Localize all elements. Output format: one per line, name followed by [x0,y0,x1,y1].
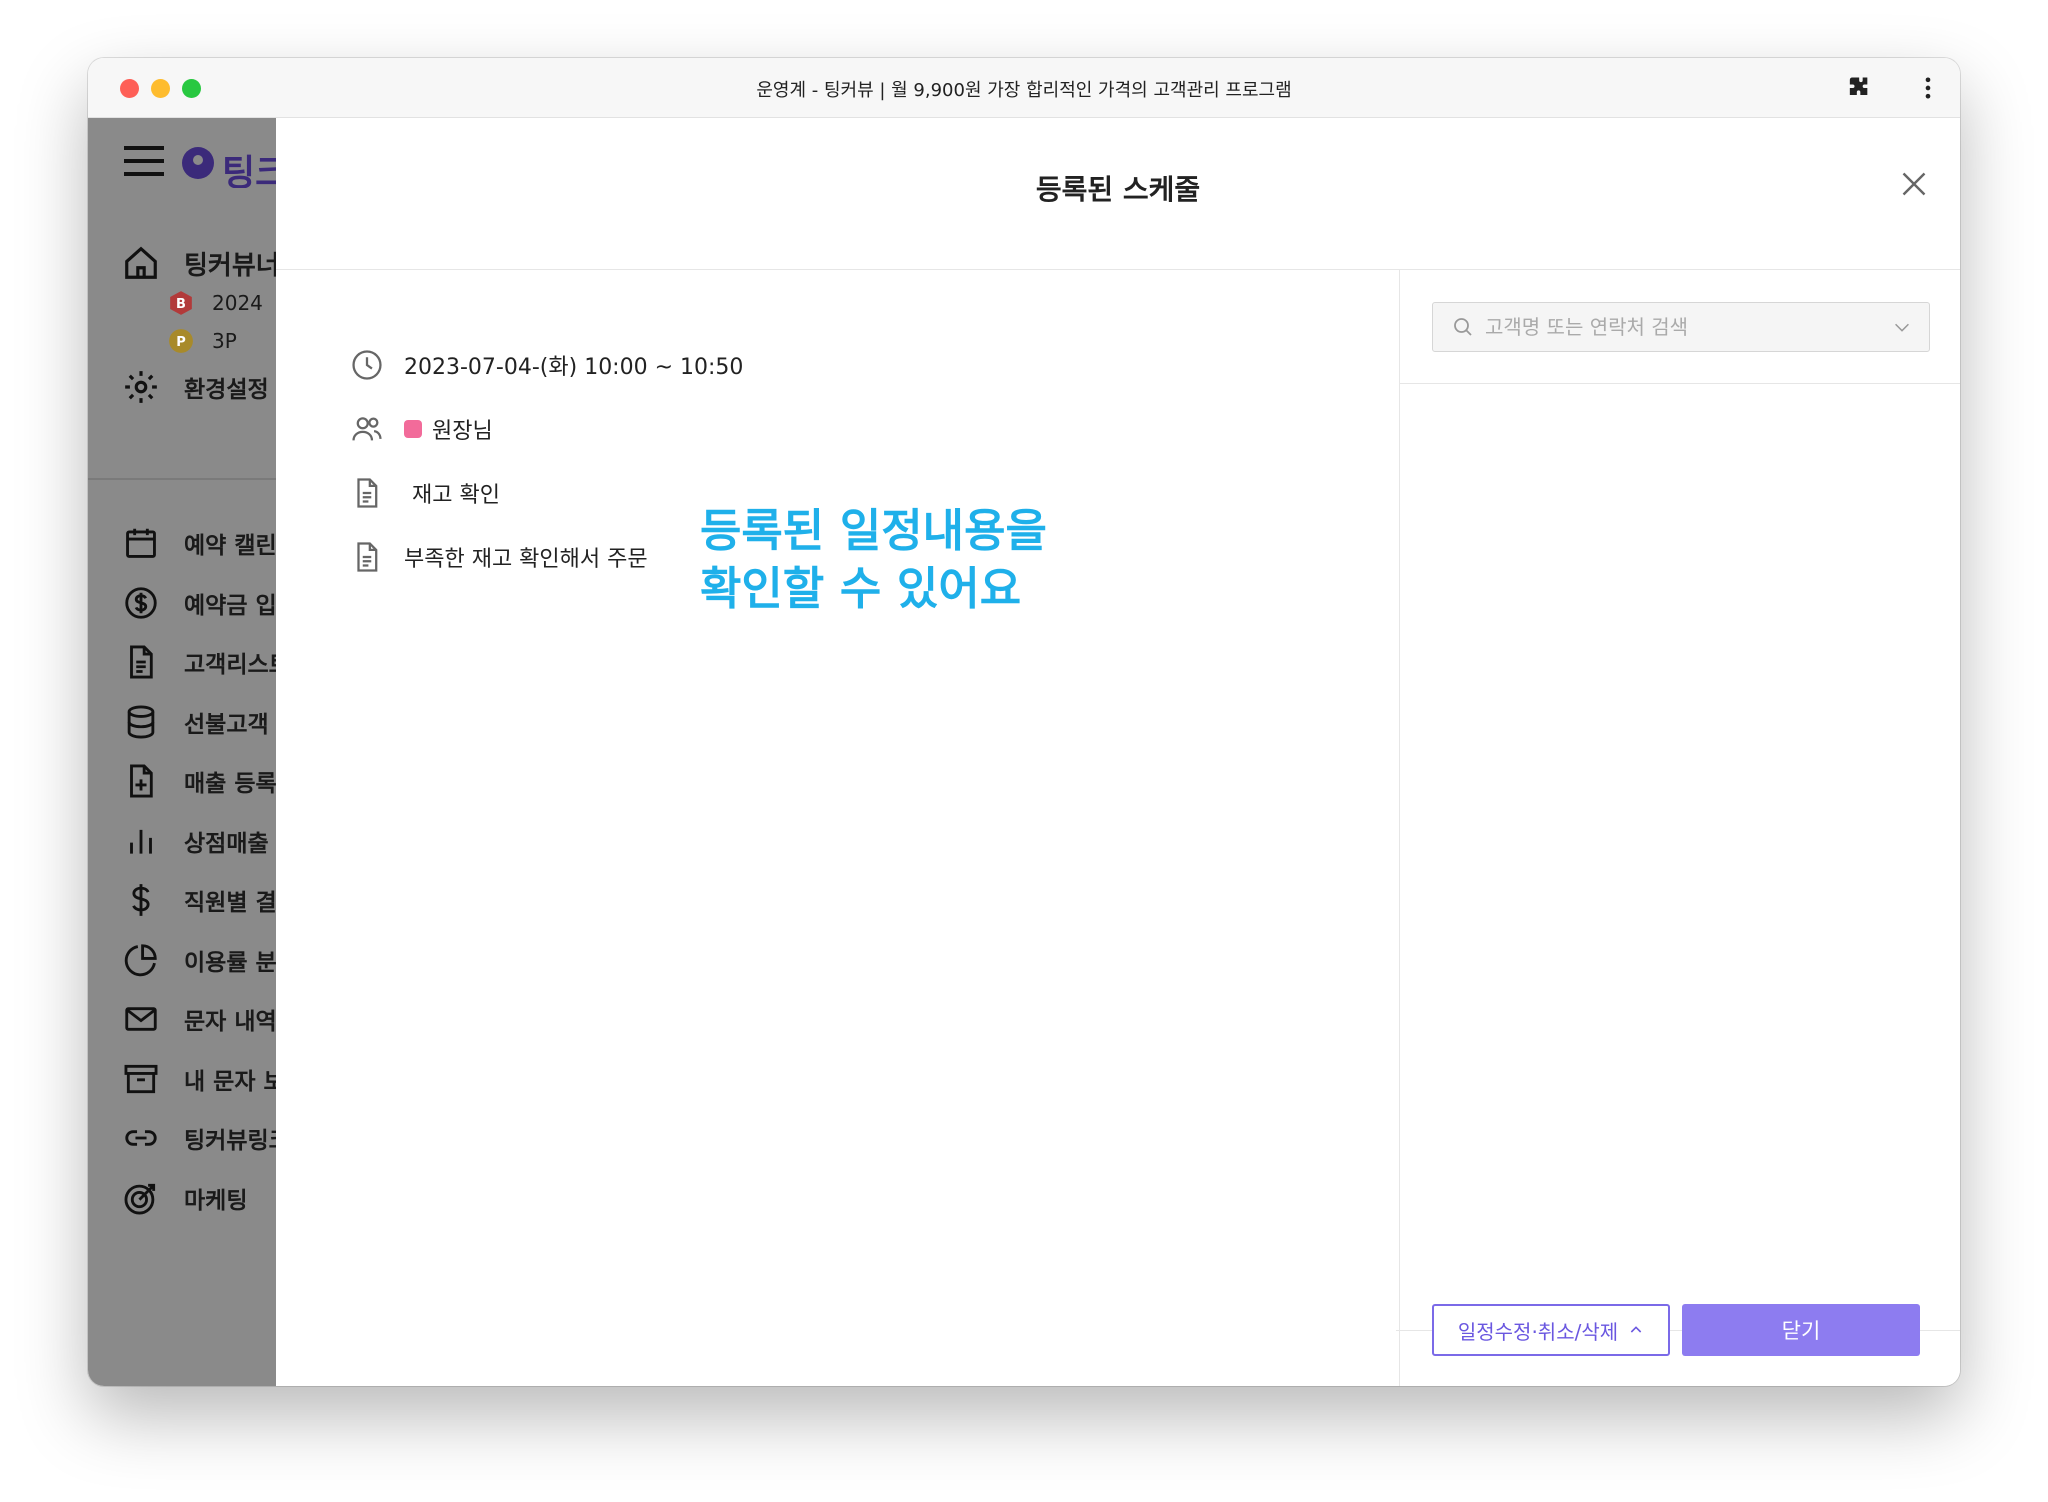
home-icon [125,246,157,279]
more-vertical-icon[interactable] [1914,74,1942,102]
dollar-circle-icon [125,586,157,619]
sidebar-item-label: 예약금 입 [184,592,277,619]
archive-icon [124,1064,158,1093]
customer-panel [1396,270,1960,1386]
link-icon [125,1130,157,1146]
sidebar-item-10[interactable]: 내 문자 보 [88,1060,285,1098]
pie-chart-icon [124,943,157,976]
database-icon [127,705,155,738]
badge-b-icon: B [170,291,192,315]
document-icon [130,645,153,679]
search-icon [1454,318,1472,336]
schedule-details: 2023-07-04-(화) 10:00 ~ 10:50 원장님 재고 확인 부… [276,270,1400,1386]
home-label: 팅커뷰너 [184,250,280,281]
sidebar-item-label: 마케팅 [184,1187,248,1214]
schedule-memo-row: 부족한 재고 확인해서 주문 [350,540,648,574]
sidebar-item-label: 이용률 분 [184,949,277,976]
schedule-title-row: 재고 확인 [350,476,500,510]
badge-b-text: 2024 [212,291,263,315]
edit-schedule-button[interactable]: 일정수정·취소/삭제 [1432,1304,1670,1356]
schedule-memo: 부족한 재고 확인해서 주문 [404,547,648,572]
sidebar-item-label: 팅커뷰링크 [184,1128,290,1154]
sidebar-item-5[interactable]: 매출 등록 [88,762,277,800]
sidebar-item-label: 내 문자 보 [184,1068,285,1095]
customer-search[interactable] [1432,302,1930,352]
schedule-datetime: 2023-07-04-(화) 10:00 ~ 10:50 [404,355,744,380]
modal-footer: 일정수정·취소/삭제 닫기 [1400,1270,1960,1386]
sidebar-item-9[interactable]: 문자 내역 [88,1000,277,1038]
badge-b-row: B 2024 [168,290,263,316]
users-icon [352,417,382,441]
badge-p-text: 3P [212,329,237,353]
sidebar-settings[interactable]: 환경설정 [88,368,269,406]
chevron-up-icon [1630,1326,1642,1333]
schedule-title: 재고 확인 [412,483,500,508]
sidebar-item-6[interactable]: 상점매출 [88,822,269,860]
calendar-icon [126,528,156,558]
sidebar-item-label: 예약 캘린 [184,533,277,559]
memo-icon [357,542,378,572]
sidebar-item-2[interactable]: 예약금 입 [88,584,277,622]
file-plus-icon [130,764,153,798]
sidebar-item-4[interactable]: 선불고객 [88,703,269,741]
mail-icon [125,1007,157,1031]
window-title: 운영계 - 팅커뷰 | 월 9,900원 가장 합리적인 가격의 고객관리 프로… [756,80,1292,101]
annotation-line-1: 등록된 일정내용을 [700,504,1047,557]
dollar-icon [132,884,150,916]
sidebar-item-label: 선불고객 [184,711,269,738]
annotation-text: 등록된 일정내용을 확인할 수 있어요 [700,502,1047,618]
document-icon [357,478,378,508]
point-coin-icon: P [169,329,193,353]
close-button[interactable]: 닫기 [1682,1304,1920,1356]
sidebar-item-1[interactable]: 예약 캘린 [88,524,277,562]
clock-icon [352,350,382,380]
svg-text:P: P [176,335,186,350]
gear-icon [125,371,157,403]
target-icon [124,1183,156,1214]
app-logo: 팅크 [180,138,280,188]
sidebar-item-label: 상점매출 [184,830,269,857]
schedule-datetime-row: 2023-07-04-(화) 10:00 ~ 10:50 [350,348,743,382]
modal-header: 등록된 스케줄 [276,118,1960,270]
titlebar: 운영계 - 팅커뷰 | 월 9,900원 가장 합리적인 가격의 고객관리 프로… [88,58,1960,118]
bar-chart-icon [130,829,152,854]
schedule-staff-row: 원장님 [350,412,493,446]
puzzle-icon[interactable] [1844,74,1872,102]
sidebar-item-label: 직원별 결 [184,890,277,916]
badge-p-row: P 3P [168,328,237,354]
schedule-modal: 등록된 스케줄 2023-07-04-(화) 10:00 ~ 10:50 원장님 [276,118,1960,1386]
browser-window: 운영계 - 팅커뷰 | 월 9,900원 가장 합리적인 가격의 고객관리 프로… [88,58,1960,1386]
sidebar-item-3[interactable]: 고객리스트 [88,643,290,681]
sidebar-item-12[interactable]: 마케팅 [88,1179,247,1217]
sidebar-divider [88,478,276,480]
logo-text: 팅크 [222,153,280,188]
close-icon[interactable] [1896,166,1932,202]
search-input[interactable] [1485,315,1891,339]
search-divider [1400,383,1960,384]
sidebar-item-label: 고객리스트 [184,652,290,678]
annotation-line-2: 확인할 수 있어요 [700,562,1022,615]
hamburger-menu-icon[interactable] [124,144,164,178]
sidebar-item-8[interactable]: 이용률 분 [88,941,277,979]
edit-schedule-label: 일정수정·취소/삭제 [1457,1319,1619,1344]
staff-color-dot [404,420,422,438]
sidebar-item-label: 매출 등록 [184,771,277,797]
settings-label: 환경설정 [184,377,269,403]
schedule-staff: 원장님 [432,419,493,444]
svg-text:B: B [176,297,186,312]
app-sidebar: 팅크 팅커뷰너 B 2024 P 3P 환경설정 예약 캘린 예약금 입 고객리… [88,118,290,1386]
sidebar-item-11[interactable]: 팅커뷰링크 [88,1119,290,1157]
sidebar-home[interactable]: 팅커뷰너 [88,244,280,282]
modal-title: 등록된 스케줄 [1035,173,1201,206]
sidebar-item-label: 문자 내역 [184,1009,277,1035]
sidebar-item-7[interactable]: 직원별 결 [88,881,277,919]
chevron-down-icon[interactable] [1891,316,1913,338]
